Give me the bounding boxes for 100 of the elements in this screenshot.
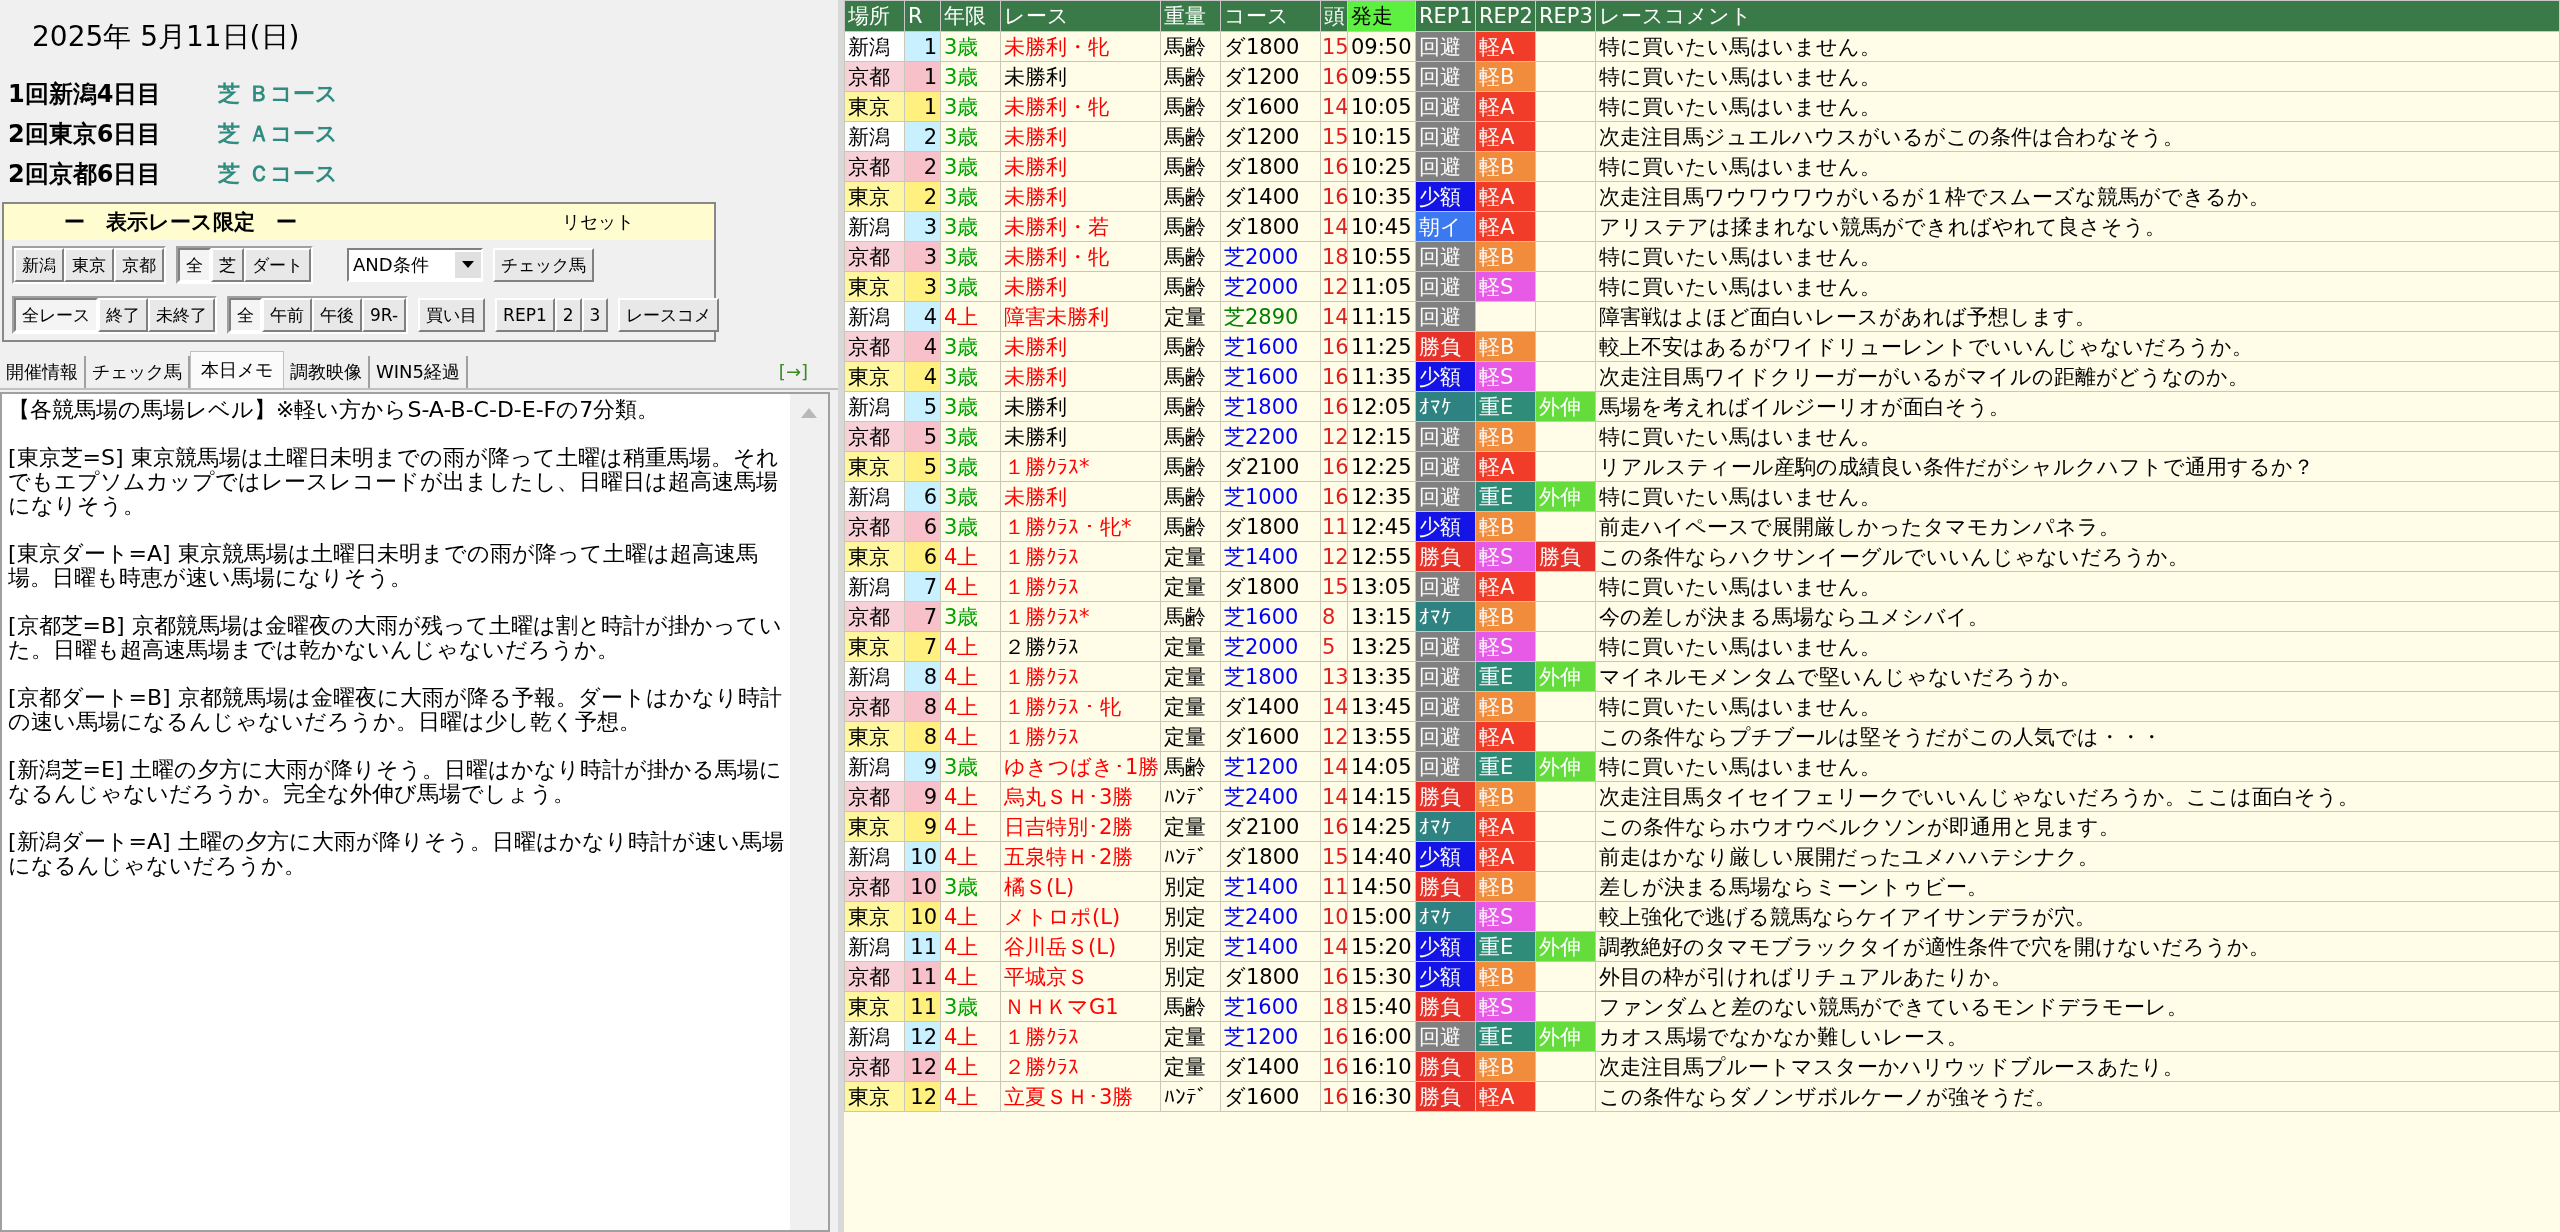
rep-badge: 軽A — [1475, 121, 1536, 152]
rep-badge: 勝負 — [1415, 1051, 1476, 1082]
filter-button[interactable]: 買い目 — [418, 298, 486, 332]
course-cell: 芝1200 — [1220, 1021, 1321, 1052]
column-header[interactable]: 場所 — [844, 0, 905, 32]
filter-button[interactable]: レースコメ — [618, 298, 720, 332]
filter-toggle[interactable]: 全 — [229, 298, 262, 332]
rep-badge: ｵﾏｹ — [1415, 811, 1476, 842]
filter-toggle[interactable]: 午前 — [262, 298, 312, 332]
runners-cell: 15 — [1320, 841, 1348, 872]
runners-cell: 11 — [1320, 871, 1348, 902]
date-label: 2025年 5月11日(日) — [31, 19, 301, 55]
post-time-cell: 11:35 — [1347, 361, 1416, 392]
weight-cell: 定量 — [1160, 721, 1221, 752]
rep-badge: 勝負 — [1415, 871, 1476, 902]
venue-cell: 新潟 — [844, 751, 905, 782]
age-cell: 3歳 — [940, 31, 1001, 62]
tab[interactable]: 開催情報 — [0, 356, 86, 388]
column-header[interactable]: レース — [1000, 0, 1161, 32]
column-header[interactable]: REP2 — [1475, 0, 1536, 32]
post-time-cell: 15:40 — [1347, 991, 1416, 1022]
course-cell: ダ1800 — [1220, 571, 1321, 602]
venue-cell: 新潟 — [844, 121, 905, 152]
weight-cell: 定量 — [1160, 1021, 1221, 1052]
comment-cell: 特に買いたい馬はいません。 — [1595, 631, 2560, 662]
reset-link[interactable]: リセット — [562, 210, 634, 234]
rep-badge: 外伸 — [1535, 661, 1596, 692]
age-cell: 4上 — [940, 901, 1001, 932]
race-name-cell: １勝ｸﾗｽ・牝 — [1000, 691, 1161, 722]
scrollbar[interactable] — [790, 394, 828, 1230]
scroll-up-icon[interactable] — [801, 408, 817, 418]
course-cell: ダ2100 — [1220, 811, 1321, 842]
course-cell: ダ1800 — [1220, 961, 1321, 992]
venue-cell: 京都 — [844, 871, 905, 902]
filter-toggle[interactable]: 東京 — [64, 248, 114, 282]
tab[interactable]: 調教映像 — [284, 356, 370, 388]
rep-badge: 外伸 — [1535, 751, 1596, 782]
column-header[interactable]: コース — [1220, 0, 1321, 32]
race-name-cell: 烏丸ＳＨ･3勝 — [1000, 781, 1161, 812]
venue-cell: 東京 — [844, 721, 905, 752]
weight-cell: 定量 — [1160, 691, 1221, 722]
comment-cell: 較上不安はあるがワイドリューレントでいいんじゃないだろうか。 — [1595, 331, 2560, 362]
filter-toggle[interactable]: 芝 — [211, 248, 244, 282]
race-name-cell: 未勝利・牝 — [1000, 91, 1161, 122]
weight-cell: 定量 — [1160, 661, 1221, 692]
venue-cell: 新潟 — [844, 571, 905, 602]
filter-toggle[interactable]: 未終了 — [148, 298, 215, 332]
column-header[interactable]: REP1 — [1415, 0, 1476, 32]
filter-toggle[interactable]: 終了 — [98, 298, 148, 332]
filter-button[interactable]: チェック馬 — [493, 248, 594, 282]
filter-toggle[interactable]: 全レース — [14, 298, 98, 332]
column-header[interactable]: 頭 — [1320, 0, 1348, 32]
post-time-cell: 12:25 — [1347, 451, 1416, 482]
weight-cell: 馬齢 — [1160, 61, 1221, 92]
age-cell: 4上 — [940, 721, 1001, 752]
filter-toggle[interactable]: 9R- — [362, 298, 407, 332]
course-cell: ダ1600 — [1220, 721, 1321, 752]
rep-badge: 軽B — [1475, 151, 1536, 182]
column-header[interactable]: 重量 — [1160, 0, 1221, 32]
comment-cell: この条件ならホウオウベルクソンが即通用と見ます。 — [1595, 811, 2560, 842]
course-cell: ダ1800 — [1220, 211, 1321, 242]
filter-button[interactable]: 3 — [581, 298, 609, 332]
condition-dropdown[interactable]: AND条件 — [347, 248, 483, 282]
filter-toggle[interactable]: 全 — [178, 248, 211, 282]
race-name-cell: 未勝利 — [1000, 421, 1161, 452]
post-time-cell: 15:00 — [1347, 901, 1416, 932]
tab[interactable]: WIN5経過 — [370, 356, 469, 388]
weight-cell: 定量 — [1160, 811, 1221, 842]
memo-area[interactable] — [0, 392, 830, 1232]
rep-badge: 軽A — [1475, 211, 1536, 242]
weight-cell: 馬齢 — [1160, 91, 1221, 122]
expand-link[interactable]: [→] — [778, 361, 808, 388]
filter-button[interactable]: 2 — [554, 298, 582, 332]
column-header[interactable]: REP3 — [1535, 0, 1596, 32]
venue-cell: 新潟 — [844, 301, 905, 332]
weight-cell: 定量 — [1160, 541, 1221, 572]
race-name-cell: 未勝利 — [1000, 331, 1161, 362]
post-time-cell: 13:55 — [1347, 721, 1416, 752]
course-cell: ダ1800 — [1220, 31, 1321, 62]
rep-badge: 回避 — [1415, 121, 1476, 152]
tab[interactable]: 本日メモ — [190, 351, 284, 388]
column-header[interactable]: レースコメント — [1595, 0, 2560, 32]
rep-badge: 回避 — [1415, 91, 1476, 122]
filter-button[interactable]: REP1 — [495, 298, 555, 332]
filter-toggle[interactable]: 午後 — [312, 298, 362, 332]
rep-badge: 回避 — [1415, 421, 1476, 452]
filter-toggle[interactable]: ダート — [244, 248, 311, 282]
post-time-cell: 10:05 — [1347, 91, 1416, 122]
rep-badge: 少額 — [1415, 931, 1476, 962]
age-cell: 3歳 — [940, 121, 1001, 152]
rep-badge: 軽S — [1475, 991, 1536, 1022]
column-header[interactable]: R — [904, 0, 941, 32]
course-cell: ダ1800 — [1220, 151, 1321, 182]
column-header[interactable]: 発走 — [1347, 0, 1416, 32]
course-cell: 芝1000 — [1220, 481, 1321, 512]
filter-toggle[interactable]: 新潟 — [14, 248, 64, 282]
course-cell: 芝1200 — [1220, 751, 1321, 782]
race-name-cell: 日吉特別･2勝 — [1000, 811, 1161, 842]
filter-toggle[interactable]: 京都 — [114, 248, 164, 282]
column-header[interactable]: 年限 — [940, 0, 1001, 32]
